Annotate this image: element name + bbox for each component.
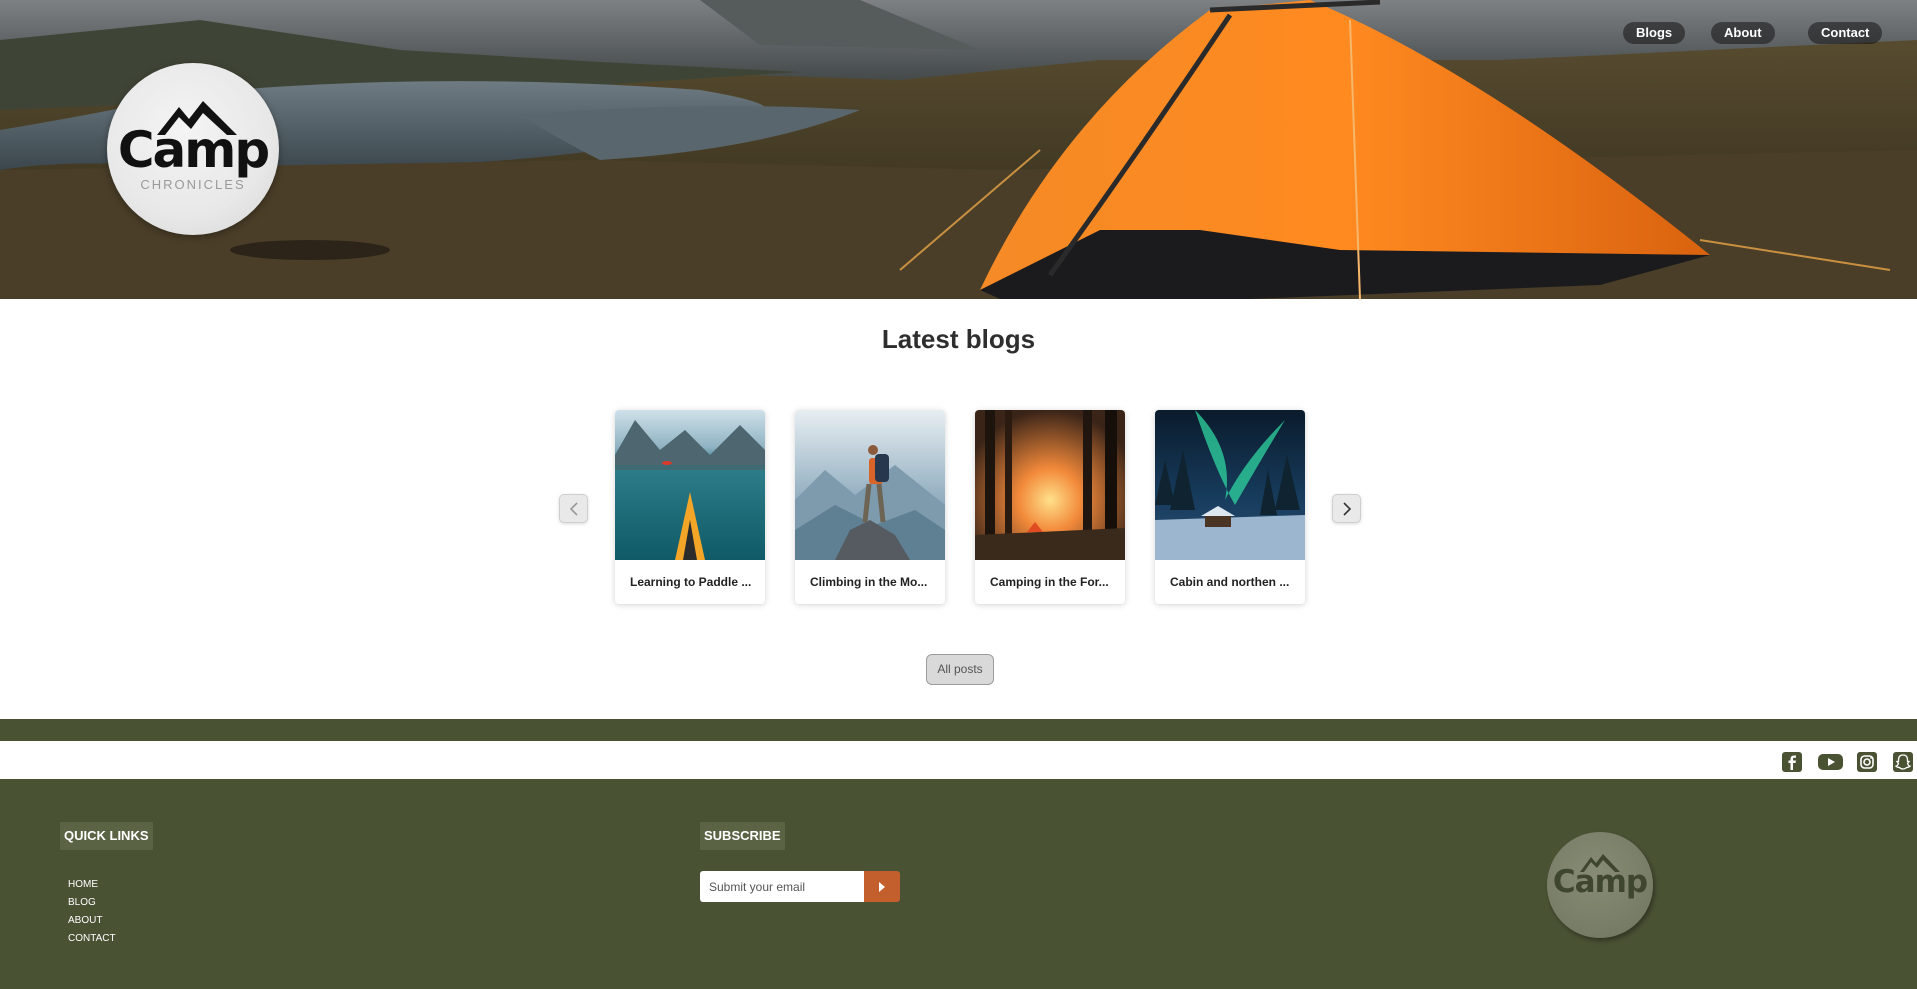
section-title: Latest blogs [881, 324, 1036, 354]
all-posts-button[interactable]: All posts [926, 654, 994, 685]
blog-card-image-kayak [615, 410, 765, 560]
footer-link-about[interactable]: ABOUT [68, 912, 116, 930]
footer-link-home[interactable]: HOME [68, 876, 116, 894]
social-links [0, 741, 1917, 779]
nav-contact[interactable]: Contact [1808, 22, 1883, 44]
footer-logo[interactable]: Camp [1547, 832, 1653, 938]
quick-links-list: HOME BLOG ABOUT CONTACT [68, 876, 116, 948]
hero-landscape-image [0, 0, 1917, 299]
quick-links-heading: QUICK LINKS [60, 822, 153, 850]
blog-card-image-aurora [1155, 410, 1305, 560]
facebook-icon[interactable] [1781, 751, 1803, 773]
blog-card[interactable]: Camping in the For... [975, 410, 1125, 604]
carousel-prev-button[interactable] [559, 494, 588, 523]
footer-link-blog[interactable]: BLOG [68, 894, 116, 912]
site-logo[interactable]: Camp CHRONICLES [107, 63, 279, 235]
footer-logo-word: Camp [1552, 864, 1648, 900]
blog-card-title: Climbing in the Mo... [810, 575, 928, 589]
logo-subtitle: CHRONICLES [140, 177, 246, 192]
subscribe-email-input[interactable] [700, 871, 864, 902]
blog-card-image-forest [975, 410, 1125, 560]
blog-card[interactable]: Climbing in the Mo... [795, 410, 945, 604]
blog-card-title: Learning to Paddle ... [630, 575, 752, 589]
play-arrow-icon [879, 882, 885, 892]
blog-card-image-climbing [795, 410, 945, 560]
blog-card-title: Camping in the For... [990, 575, 1109, 589]
footer: QUICK LINKS HOME BLOG ABOUT CONTACT SUBS… [0, 779, 1917, 989]
youtube-icon[interactable] [1818, 751, 1843, 773]
carousel-next-button[interactable] [1332, 494, 1361, 523]
chevron-right-icon [1343, 502, 1352, 516]
footer-link-contact[interactable]: CONTACT [68, 930, 116, 948]
subscribe-heading: SUBSCRIBE [700, 822, 785, 850]
blog-card[interactable]: Learning to Paddle ... [615, 410, 765, 604]
subscribe-submit-button[interactable] [864, 871, 900, 902]
blog-card-title: Cabin and northen ... [1170, 575, 1290, 589]
blog-card[interactable]: Cabin and northen ... [1155, 410, 1305, 604]
hero-banner: Camp CHRONICLES Blogs About Contact [0, 0, 1917, 299]
snapchat-icon[interactable] [1892, 751, 1914, 773]
nav-about[interactable]: About [1711, 22, 1775, 44]
nav-blogs[interactable]: Blogs [1623, 22, 1686, 44]
footer-top-band [0, 719, 1917, 741]
instagram-icon[interactable] [1856, 751, 1878, 773]
logo-word: Camp [117, 121, 270, 179]
chevron-left-icon [569, 502, 578, 516]
